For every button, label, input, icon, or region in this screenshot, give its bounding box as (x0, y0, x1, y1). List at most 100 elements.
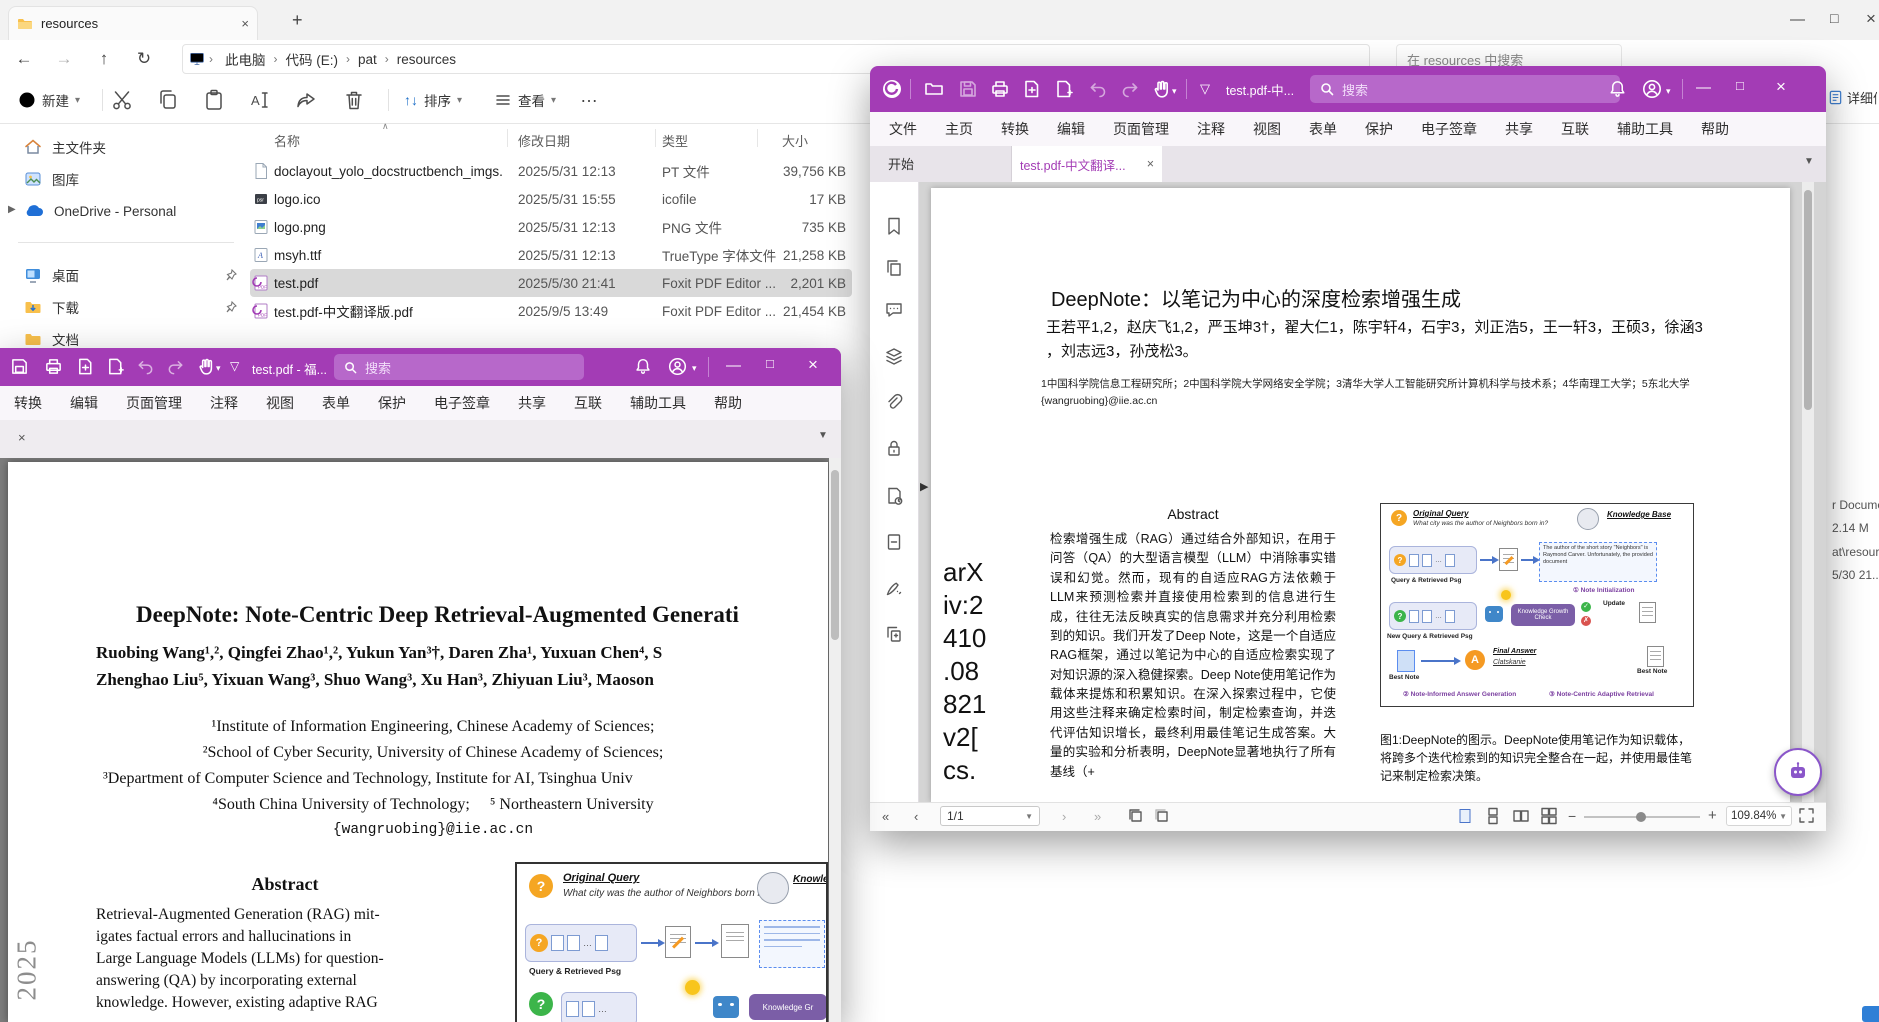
menu-comment[interactable]: 注释 (210, 393, 238, 413)
tab-translated-pdf[interactable]: test.pdf-中文翻译... × (1012, 146, 1162, 182)
comments-panel-icon[interactable] (884, 300, 904, 325)
foxit-logo-icon[interactable] (882, 79, 902, 99)
last-page-icon[interactable]: » (1094, 809, 1101, 824)
close-button[interactable]: × (808, 356, 818, 373)
zoom-slider-track[interactable] (1584, 816, 1700, 818)
sidebar-item-desktop[interactable]: 桌面 (24, 261, 234, 289)
zoom-level-input[interactable]: 109.84% ▼ (1726, 806, 1792, 826)
pages-panel-icon[interactable] (884, 258, 904, 283)
expand-panel-icon[interactable]: ▶ (920, 480, 928, 493)
view-button[interactable]: 查看 ▾ (486, 84, 564, 116)
minimize-button[interactable]: — (726, 358, 741, 373)
zoom-in-icon[interactable]: + (1708, 807, 1717, 824)
redo-icon[interactable] (1120, 79, 1140, 99)
breadcrumb-pat[interactable]: pat (350, 52, 385, 67)
details-pane-header[interactable]: 详细信息 (1828, 88, 1877, 107)
menu-page-manage[interactable]: 页面管理 (1113, 119, 1169, 139)
vertical-scrollbar[interactable] (1802, 182, 1814, 802)
breadcrumb-this-pc[interactable]: 此电脑 (217, 49, 274, 69)
menu-connect[interactable]: 互联 (574, 393, 602, 413)
menu-esign[interactable]: 电子签章 (1421, 119, 1477, 139)
column-header-size[interactable]: 大小 (782, 131, 808, 150)
breadcrumb-resources[interactable]: resources (389, 52, 464, 67)
menu-convert[interactable]: 转换 (1001, 119, 1029, 139)
file-row[interactable]: doclayout_yolo_docstructbench_imgs... 20… (250, 157, 852, 185)
up-icon[interactable]: ↑ (88, 44, 120, 74)
new-tab-button[interactable]: + (292, 10, 303, 31)
redo-icon[interactable] (166, 357, 186, 377)
breadcrumb-drive[interactable]: 代码 (E:) (278, 49, 347, 69)
foxit-search-input[interactable]: 搜索 (1310, 75, 1620, 103)
file-row[interactable]: logo.png 2025/5/31 12:13 PNG 文件 735 KB (250, 213, 852, 241)
notification-bell-icon[interactable] (634, 357, 654, 377)
taskbar-peek-icon[interactable] (1862, 1006, 1879, 1022)
first-page-icon[interactable]: « (882, 809, 889, 824)
menu-esign[interactable]: 电子签章 (434, 393, 490, 413)
chevron-down-icon[interactable]: ▾ (1666, 86, 1671, 97)
shared-review-panel-icon[interactable] (884, 486, 904, 511)
next-page-icon[interactable]: › (1062, 809, 1066, 824)
menu-form[interactable]: 表单 (322, 393, 350, 413)
page-number-input[interactable]: 1/1 ▼ (940, 806, 1040, 826)
foxit-search-input[interactable]: 搜索 (334, 354, 584, 380)
clipboard-page-icon[interactable] (1154, 808, 1170, 827)
save-icon[interactable] (10, 357, 30, 377)
refresh-icon[interactable]: ↻ (128, 44, 160, 74)
ai-assistant-button[interactable] (1774, 748, 1822, 796)
snapshot-icon[interactable] (1128, 808, 1144, 827)
menu-convert[interactable]: 转换 (14, 393, 42, 413)
scrollbar-thumb[interactable] (1804, 190, 1812, 410)
menu-file[interactable]: 文件 (889, 119, 917, 139)
copy-icon[interactable] (156, 88, 180, 117)
explorer-tab-resources[interactable]: resources × (8, 6, 258, 40)
clone-pages-panel-icon[interactable] (884, 624, 904, 649)
maximize-button[interactable]: □ (766, 357, 774, 370)
sidebar-item-gallery[interactable]: 图库 (24, 165, 234, 193)
menu-accessibility[interactable]: 辅助工具 (630, 393, 686, 413)
cut-icon[interactable] (110, 88, 134, 117)
layers-panel-icon[interactable] (884, 346, 904, 371)
fullscreen-icon[interactable] (1798, 807, 1815, 827)
file-row-selected[interactable]: PDF test.pdf 2025/5/30 21:41 Foxit PDF E… (250, 269, 852, 297)
chevron-expand-icon[interactable]: ▶ (8, 204, 16, 215)
chevron-down-icon[interactable]: ▾ (216, 363, 221, 374)
close-tab-icon[interactable]: × (241, 16, 249, 31)
menu-page-manage[interactable]: 页面管理 (126, 393, 182, 413)
back-icon[interactable]: ← (8, 44, 40, 74)
explorer-maximize-button[interactable]: □ (1830, 11, 1838, 25)
export-pdf-icon[interactable] (76, 357, 96, 377)
sort-button[interactable]: ↑↓ 排序 ▾ (396, 84, 470, 116)
digital-sign-panel-icon[interactable] (884, 578, 904, 603)
chevron-down-icon[interactable]: ▾ (692, 363, 697, 374)
chevron-down-icon[interactable]: ▾ (1172, 86, 1177, 97)
menu-home[interactable]: 主页 (945, 119, 973, 139)
filter-icon[interactable]: ▽ (230, 359, 239, 373)
export-pdf-icon[interactable] (1022, 79, 1042, 99)
menu-edit[interactable]: 编辑 (70, 393, 98, 413)
hand-tool-icon[interactable] (196, 357, 216, 377)
explorer-close-button[interactable]: × (1866, 10, 1876, 27)
menu-view[interactable]: 视图 (266, 393, 294, 413)
menu-comment[interactable]: 注释 (1197, 119, 1225, 139)
close-tab-icon[interactable]: × (1147, 157, 1154, 171)
file-row[interactable]: PDF test.pdf-中文翻译版.pdf 2025/9/5 13:49 Fo… (250, 297, 852, 325)
facing-view-icon[interactable] (1512, 807, 1530, 828)
new-button[interactable]: 新建 ▾ (10, 84, 88, 116)
scrollbar-thumb[interactable] (831, 470, 839, 640)
create-pdf-icon[interactable] (1054, 79, 1074, 99)
close-tab-icon[interactable]: × (18, 430, 26, 445)
sidebar-item-onedrive[interactable]: OneDrive - Personal (24, 197, 234, 225)
sidebar-item-downloads[interactable]: 下载 (24, 293, 234, 321)
paste-icon[interactable] (202, 88, 226, 117)
notification-bell-icon[interactable] (1608, 79, 1628, 99)
create-pdf-icon[interactable] (106, 357, 126, 377)
close-button[interactable]: × (1776, 78, 1786, 95)
menu-connect[interactable]: 互联 (1561, 119, 1589, 139)
maximize-button[interactable]: □ (1736, 79, 1744, 92)
explorer-minimize-button[interactable]: — (1790, 12, 1805, 27)
file-row[interactable]: psr logo.ico 2025/5/31 15:55 icofile 17 … (250, 185, 852, 213)
continuous-view-icon[interactable] (1484, 807, 1502, 828)
file-row[interactable]: A msyh.ttf 2025/5/31 12:13 TrueType 字体文件… (250, 241, 852, 269)
more-options-icon[interactable]: … (580, 86, 598, 107)
forward-icon[interactable]: → (48, 44, 80, 74)
